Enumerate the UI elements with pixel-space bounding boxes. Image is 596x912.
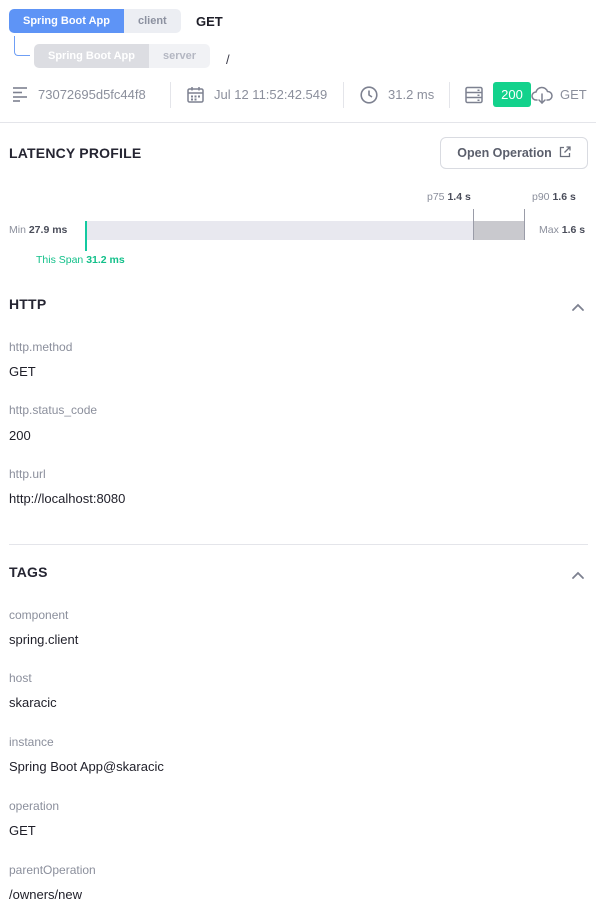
tag-key: instance xyxy=(9,735,54,749)
p75-tick xyxy=(473,209,474,240)
tag-value: /owners/new xyxy=(9,887,82,902)
header-divider xyxy=(0,122,596,123)
tag-value: spring.client xyxy=(9,632,79,647)
status-code-badge: 200 xyxy=(493,82,531,107)
external-link-icon xyxy=(559,145,571,161)
latency-profile-title: LATENCY PROFILE xyxy=(9,145,142,161)
client-kind-label: client xyxy=(123,9,181,33)
clock-icon xyxy=(360,86,378,109)
meta-divider xyxy=(343,82,344,108)
server-icon xyxy=(465,86,483,109)
meta-divider xyxy=(170,82,171,108)
calendar-icon xyxy=(187,86,204,108)
tag-value: GET xyxy=(9,823,36,838)
latency-p75-p90-band xyxy=(473,221,525,240)
tag-key: parentOperation xyxy=(9,863,96,877)
tag-value: Spring Boot App@skaracic xyxy=(9,759,164,774)
server-service-chip[interactable]: Spring Boot App server xyxy=(34,44,211,68)
attribute-key: http.status_code xyxy=(9,403,98,417)
server-path: / xyxy=(226,52,230,67)
span-duration: 31.2 ms xyxy=(388,87,435,102)
client-method: GET xyxy=(196,14,223,29)
meta-divider xyxy=(449,82,450,108)
attribute-value: 200 xyxy=(9,428,31,443)
latency-distribution-bar xyxy=(86,221,525,240)
align-left-icon xyxy=(12,86,28,107)
request-method: GET xyxy=(560,87,587,102)
tags-section-title: TAGS xyxy=(9,564,48,580)
p90-tick xyxy=(524,209,525,240)
open-operation-label: Open Operation xyxy=(457,146,552,160)
span-timestamp: Jul 12 11:52:42.549 xyxy=(214,87,328,102)
tag-value: skaracic xyxy=(9,695,57,710)
http-section-title: HTTP xyxy=(9,296,47,312)
client-service-chip[interactable]: Spring Boot App client xyxy=(9,9,181,33)
parent-child-connector xyxy=(14,36,30,56)
attribute-key: http.method xyxy=(9,340,73,354)
server-service-name: Spring Boot App xyxy=(34,44,149,68)
min-latency-label: Min 27.9 ms xyxy=(9,224,68,236)
attribute-value: GET xyxy=(9,364,36,379)
this-span-marker xyxy=(85,221,87,251)
section-divider xyxy=(9,544,588,545)
trace-id[interactable]: 73072695d5fc44f8 xyxy=(38,87,146,102)
chevron-up-icon[interactable] xyxy=(571,299,585,311)
tag-key: host xyxy=(9,671,32,685)
attribute-key: http.url xyxy=(9,467,46,481)
chevron-up-icon[interactable] xyxy=(571,567,585,579)
server-kind-label: server xyxy=(148,44,211,68)
cloud-download-icon xyxy=(531,85,553,110)
client-service-name: Spring Boot App xyxy=(9,9,124,33)
open-operation-button[interactable]: Open Operation xyxy=(440,137,588,169)
attribute-value: http://localhost:8080 xyxy=(9,491,126,506)
tag-key: operation xyxy=(9,799,60,813)
max-latency-label: Max 1.6 s xyxy=(539,224,586,236)
tag-key: component xyxy=(9,608,69,622)
p75-marker-label: p75 1.4 s xyxy=(427,191,471,203)
this-span-label: This Span 31.2 ms xyxy=(36,254,125,266)
p90-marker-label: p90 1.6 s xyxy=(532,191,576,203)
